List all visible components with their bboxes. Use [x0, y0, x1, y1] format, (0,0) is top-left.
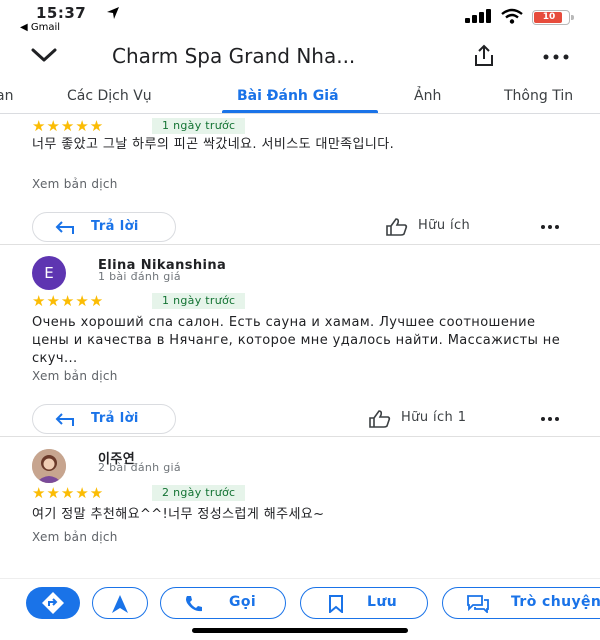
- review-text: 너무 좋았고 그날 하루의 피곤 싹갔네요. 서비스도 대만족입니다.: [32, 137, 395, 152]
- translate-link[interactable]: Xem bản dịch: [32, 530, 118, 544]
- phone-icon: [186, 596, 202, 612]
- reply-button[interactable]: Trả lời: [32, 212, 176, 242]
- place-header: Charm Spa Grand Nha...: [0, 36, 600, 78]
- divider: [0, 436, 600, 442]
- helpful-button[interactable]: Hữu ích 1: [401, 410, 466, 425]
- star-rating: ★★★★★: [32, 117, 105, 135]
- avatar[interactable]: E: [32, 256, 66, 290]
- review-more-icon[interactable]: [540, 224, 560, 230]
- more-options-icon[interactable]: [543, 54, 569, 60]
- tab-reviews[interactable]: Bài Đánh Giá: [237, 88, 339, 104]
- translate-link[interactable]: Xem bản dịch: [32, 369, 118, 383]
- chat-button[interactable]: Trò chuyện: [442, 587, 600, 619]
- place-tabs: an Các Dịch Vụ Bài Đánh Giá Ảnh Thông Ti…: [0, 80, 600, 114]
- active-tab-indicator: [222, 110, 378, 113]
- chat-icon: [467, 595, 489, 613]
- star-rating: ★★★★★: [32, 292, 105, 310]
- call-button[interactable]: Gọi: [160, 587, 286, 619]
- status-time: 15:37: [36, 4, 87, 22]
- status-bar: 15:37 ◀ Gmail 10: [0, 0, 600, 36]
- place-title: Charm Spa Grand Nha...: [112, 44, 356, 68]
- profile-photo: [32, 449, 66, 483]
- translate-link[interactable]: Xem bản dịch: [32, 177, 118, 191]
- tab-overview[interactable]: an: [0, 88, 13, 104]
- chat-label: Trò chuyện: [511, 594, 600, 610]
- wifi-icon: [501, 8, 523, 24]
- directions-icon: [42, 592, 64, 614]
- review-card: ★★★★★ 1 ngày trước 너무 좋았고 그날 하루의 피곤 싹갔네요…: [0, 116, 600, 246]
- location-arrow-icon: [107, 7, 119, 19]
- bookmark-icon: [329, 595, 343, 613]
- cellular-signal-icon: [465, 9, 491, 23]
- tab-photos[interactable]: Ảnh: [414, 88, 441, 104]
- review-date: 2 ngày trước: [152, 485, 246, 501]
- reply-button[interactable]: Trả lời: [32, 404, 176, 434]
- call-label: Gọi: [229, 594, 257, 610]
- reply-arrow-icon: [55, 413, 74, 426]
- review-more-icon[interactable]: [540, 416, 560, 422]
- bottom-action-bar: Gọi Lưu Trò chuyện: [0, 578, 600, 640]
- reviewer-review-count: 1 bài đánh giá: [98, 270, 181, 283]
- directions-button[interactable]: [26, 587, 80, 619]
- save-label: Lưu: [367, 594, 398, 610]
- star-rating: ★★★★★: [32, 484, 105, 502]
- back-to-app-link[interactable]: ◀ Gmail: [20, 22, 60, 33]
- start-navigation-button[interactable]: [92, 587, 148, 619]
- chevron-down-icon[interactable]: [30, 46, 58, 64]
- tab-services[interactable]: Các Dịch Vụ: [67, 88, 152, 104]
- review-card: 이주연 2 bài đánh giá ★★★★★ 2 ngày trước 여기…: [0, 444, 600, 578]
- review-date: 1 ngày trước: [152, 293, 246, 309]
- share-icon[interactable]: [472, 44, 496, 68]
- tab-about[interactable]: Thông Tin: [504, 88, 573, 104]
- thumbs-up-icon[interactable]: [386, 218, 408, 236]
- review-text: Очень хороший спа салон. Есть сауна и ха…: [32, 315, 561, 366]
- reviewer-review-count: 2 bài đánh giá: [98, 461, 181, 474]
- save-button[interactable]: Lưu: [300, 587, 428, 619]
- reply-arrow-icon: [55, 221, 74, 234]
- thumbs-up-icon[interactable]: [369, 410, 391, 428]
- reply-label: Trả lời: [91, 219, 139, 234]
- review-text: 여기 정말 추천해요^^!너무 정성스럽게 해주세요~: [32, 507, 325, 522]
- review-date: 1 ngày trước: [152, 118, 246, 134]
- home-indicator: [192, 628, 408, 633]
- divider: [0, 244, 600, 250]
- battery-icon: 10: [532, 10, 574, 25]
- helpful-button[interactable]: Hữu ích: [418, 218, 470, 233]
- avatar[interactable]: [32, 449, 66, 483]
- battery-level: 10: [542, 12, 556, 22]
- reply-label: Trả lời: [91, 411, 139, 426]
- navigation-arrow-icon: [112, 595, 128, 613]
- review-card: E Elina Nikanshina 1 bài đánh giá ★★★★★ …: [0, 252, 600, 436]
